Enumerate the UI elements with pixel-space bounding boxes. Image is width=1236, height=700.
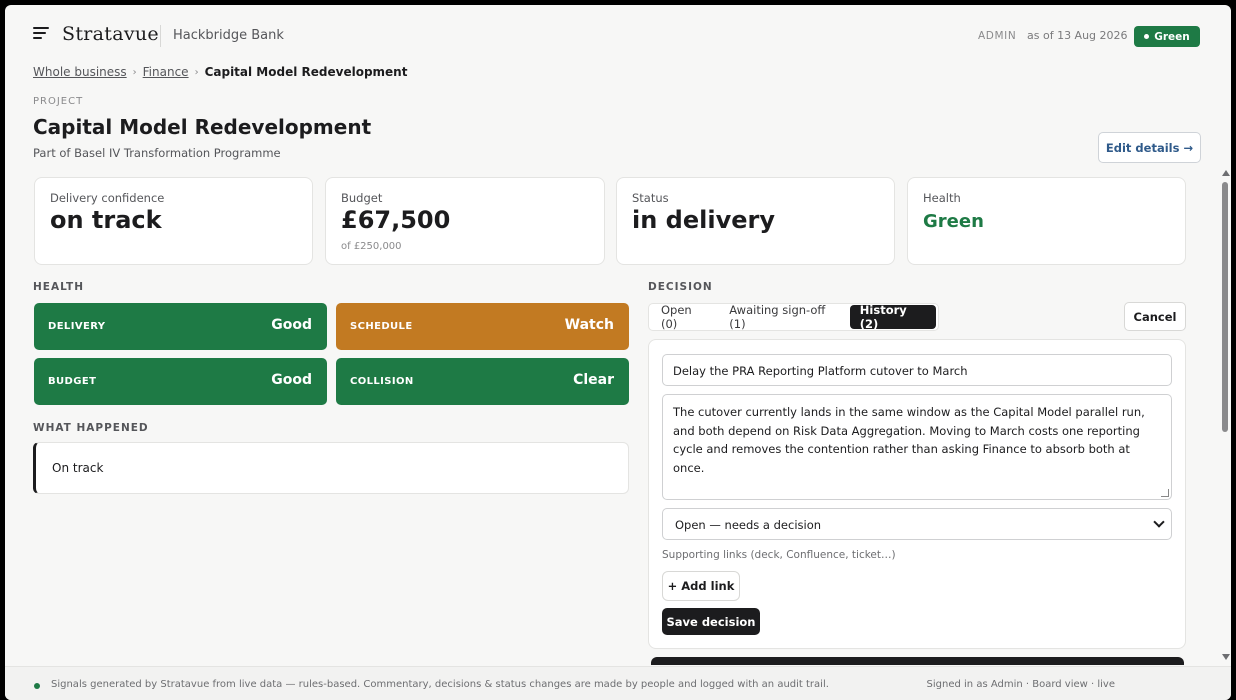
footer-session: Signed in as Admin · Board view · live [926,679,1115,690]
tab-open[interactable]: Open (0) [651,303,719,331]
footer: Signals generated by Stratavue from live… [5,666,1231,700]
app-window: Stratavue Hackbridge Bank ADMIN as of 13… [5,5,1231,700]
chevron-right-icon: › [132,66,137,78]
resize-handle-icon[interactable] [1161,489,1169,497]
stat-card-status: Status in delivery [616,177,895,265]
health-key: COLLISION [350,376,414,387]
health-schedule[interactable]: SCHEDULE Watch [336,303,629,350]
status-dot-icon [1144,34,1150,39]
decision-section-label: DECISION [648,281,713,293]
health-key: SCHEDULE [350,321,413,332]
health-budget[interactable]: BUDGET Good [34,358,327,405]
health-section-label: HEALTH [33,281,84,293]
what-happened-text: On track [52,461,104,475]
chevron-right-icon: › [194,66,199,78]
supporting-links-hint: Supporting links (deck, Confluence, tick… [662,549,896,561]
stat-label: Delivery confidence [50,191,165,205]
what-happened-box: On track [33,442,629,494]
health-value: Good [271,372,312,388]
breadcrumb-whole-business[interactable]: Whole business [33,65,127,79]
brand-name: Stratavue [62,23,159,45]
decision-status-value: Open — needs a decision [675,518,822,532]
edit-details-button[interactable]: Edit details → [1098,132,1201,163]
top-bar: Stratavue Hackbridge Bank ADMIN as of 13… [5,5,1231,65]
divider [160,25,161,47]
decision-tabs: Open (0) Awaiting sign-off (1) History (… [648,303,939,331]
stat-value: £67,500 [341,206,451,234]
menu-icon[interactable] [33,27,49,41]
footer-note: Signals generated by Stratavue from live… [51,679,829,690]
health-key: BUDGET [48,376,97,387]
health-collision[interactable]: COLLISION Clear [336,358,629,405]
scroll-down-icon[interactable] [1222,654,1230,660]
stat-value: Green [923,211,984,232]
chevron-down-icon [1153,516,1165,528]
as-of-date: as of 13 Aug 2026 [1027,29,1128,42]
project-eyebrow: PROJECT [33,96,84,107]
tab-awaiting-sign-off[interactable]: Awaiting sign-off (1) [719,303,850,331]
decision-title-input[interactable]: Delay the PRA Reporting Platform cutover… [662,354,1172,386]
org-name: Hackbridge Bank [173,28,284,43]
scroll-up-icon[interactable] [1222,170,1230,176]
stat-card-budget: Budget £67,500 of £250,000 [325,177,605,265]
stat-value: in delivery [632,206,775,234]
health-value: Watch [564,317,614,333]
next-card-edge [651,657,1184,665]
health-value: Good [271,317,312,333]
stat-label: Health [923,191,961,205]
stat-value: on track [50,206,162,234]
health-value: Clear [573,372,614,388]
breadcrumb: Whole business › Finance › Capital Model… [33,65,407,79]
stat-label: Budget [341,191,383,205]
status-badge-label: Green [1154,30,1190,43]
what-happened-label: WHAT HAPPENED [33,422,149,434]
cancel-button[interactable]: Cancel [1124,302,1186,331]
status-badge: Green [1134,26,1200,47]
scrollbar[interactable] [1219,165,1231,665]
health-key: DELIVERY [48,321,106,332]
decision-status-select[interactable]: Open — needs a decision [662,508,1172,540]
decision-body-textarea[interactable]: The cutover currently lands in the same … [662,394,1172,500]
decision-body-text: The cutover currently lands in the same … [673,405,1145,475]
stat-label: Status [632,191,669,205]
breadcrumb-finance[interactable]: Finance [143,65,189,79]
page-title: Capital Model Redevelopment [33,115,372,139]
tab-history[interactable]: History (2) [849,303,936,331]
live-dot-icon [34,683,40,689]
health-delivery[interactable]: DELIVERY Good [34,303,327,350]
save-decision-button[interactable]: Save decision [662,608,760,635]
scrollbar-thumb[interactable] [1222,182,1228,432]
stat-card-health: Health Green [907,177,1186,265]
stat-sub: of £250,000 [341,241,402,252]
add-link-button[interactable]: + Add link [662,571,740,601]
breadcrumb-current: Capital Model Redevelopment [204,65,408,79]
page-subtitle: Part of Basel IV Transformation Programm… [33,146,281,160]
stat-card-delivery-confidence: Delivery confidence on track [34,177,313,265]
role-label: ADMIN [978,30,1017,42]
